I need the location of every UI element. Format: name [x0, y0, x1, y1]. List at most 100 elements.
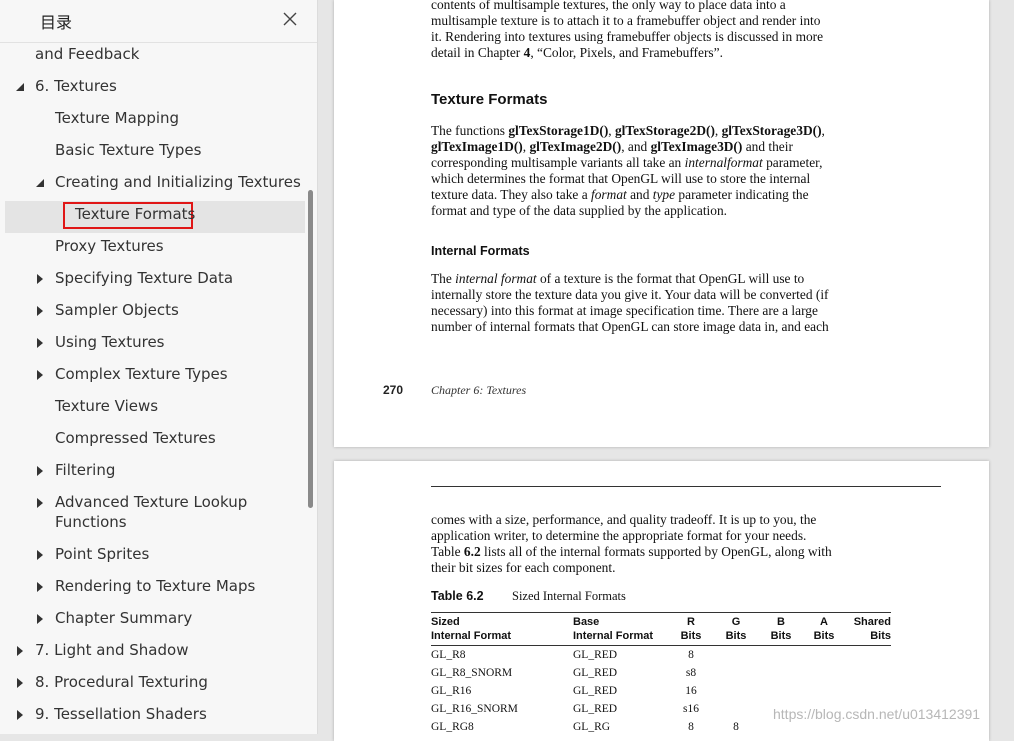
expanded-triangle-icon[interactable]	[15, 82, 25, 92]
collapsed-triangle-icon[interactable]	[35, 370, 45, 380]
text-line: internally store the texture data you gi…	[431, 287, 829, 302]
table-cell: GL_R16_SNORM	[431, 703, 518, 715]
toc-item-label-line2: Functions	[55, 513, 127, 531]
table-cell: GL_RED	[573, 703, 618, 715]
toc-item-label: Rendering to Texture Maps	[55, 577, 256, 595]
toc-item[interactable]: Sampler Objects	[0, 300, 310, 324]
table-cell	[759, 682, 803, 700]
toc-item[interactable]: 8. Procedural Texturing	[0, 672, 310, 696]
toc-item[interactable]: Filtering	[0, 460, 310, 484]
toc-item[interactable]: Proxy Textures	[0, 236, 310, 260]
text-line: it. Rendering into textures using frameb…	[431, 29, 824, 44]
toc-item[interactable]: and Feedback	[0, 44, 310, 68]
text-line: comes with a size, performance, and qual…	[431, 512, 817, 527]
table-row: GL_R8_SNORM GL_RED s8	[431, 664, 891, 682]
paragraph-texture-formats: The functions glTexStorage1D(), glTexSto…	[431, 123, 901, 219]
toc-item[interactable]: Compressed Textures	[0, 428, 310, 452]
table-cell: GL_R8	[431, 649, 466, 661]
toc-item[interactable]: Specifying Texture Data	[0, 268, 310, 292]
table-cell: GL_RED	[573, 685, 618, 697]
text-line: contents of multisample textures, the on…	[431, 0, 786, 12]
text-line: application writer, to determine the app…	[431, 528, 807, 543]
page-number: 270	[383, 383, 404, 397]
table-cell	[713, 664, 759, 682]
toc-item-label: Creating and Initializing Textures	[55, 173, 301, 191]
expanded-triangle-icon[interactable]	[35, 178, 45, 188]
toc-item-label: and Feedback	[35, 45, 140, 63]
toc-item[interactable]: Basic Texture Types	[0, 140, 310, 164]
table-cell	[759, 664, 803, 682]
collapsed-triangle-icon[interactable]	[15, 678, 25, 688]
section-heading-texture-formats: Texture Formats	[431, 91, 548, 108]
table-cell	[713, 682, 759, 700]
table-cell	[803, 646, 845, 665]
table-cell: GL_RG8	[431, 721, 474, 733]
document-page-271: comes with a size, performance, and qual…	[334, 461, 989, 741]
collapsed-triangle-icon[interactable]	[35, 274, 45, 284]
column-header: Sized Internal Format	[431, 616, 512, 642]
table-cell: 8	[733, 721, 739, 733]
section-heading-internal-formats: Internal Formats	[431, 244, 530, 258]
toc-item[interactable]: Creating and Initializing Textures	[0, 172, 310, 196]
column-header: Base Internal Format	[573, 616, 654, 642]
toc-item-label: Compressed Textures	[55, 429, 216, 447]
toc-item-label: Using Textures	[55, 333, 165, 351]
toc-item[interactable]: Texture Formats	[0, 204, 310, 228]
sidebar-header: 目录	[0, 0, 317, 43]
toc-item-label: Proxy Textures	[55, 237, 164, 255]
table-row: GL_R8 GL_RED 8	[431, 646, 891, 665]
table-cell: GL_RED	[573, 667, 618, 679]
chapter-link[interactable]: 4	[524, 45, 531, 60]
toc-item-label: Texture Views	[55, 397, 159, 415]
text-line: corresponding multisample variants all t…	[431, 155, 823, 170]
toc-item-label: Chapter Summary	[55, 609, 193, 627]
toc-item-label: Filtering	[55, 461, 116, 479]
table-cell: GL_RED	[573, 649, 618, 661]
toc-item-label: 6. Textures	[35, 77, 117, 95]
text-line: necessary) into this format at image spe…	[431, 303, 818, 318]
text-line: texture data. They also take a format an…	[431, 187, 809, 202]
toc-item[interactable]: Complex Texture Types	[0, 364, 310, 388]
text-line: glTexImage1D(), glTexImage2D(), and glTe…	[431, 139, 793, 154]
toc-item[interactable]: Texture Views	[0, 396, 310, 420]
toc-item-label: 8. Procedural Texturing	[35, 673, 208, 691]
paragraph-tradeoff: comes with a size, performance, and qual…	[431, 512, 901, 576]
toc-item[interactable]: 7. Light and Shadow	[0, 640, 310, 664]
collapsed-triangle-icon[interactable]	[35, 498, 45, 508]
toc-item[interactable]: 9. Tessellation Shaders	[0, 704, 310, 728]
toc-item[interactable]: Chapter Summary	[0, 608, 310, 632]
toc-item[interactable]: Point Sprites	[0, 544, 310, 568]
collapsed-triangle-icon[interactable]	[35, 614, 45, 624]
toc-item-label: Basic Texture Types	[55, 141, 202, 159]
collapsed-triangle-icon[interactable]	[35, 466, 45, 476]
table-cell: GL_R8_SNORM	[431, 667, 513, 679]
collapsed-triangle-icon[interactable]	[35, 582, 45, 592]
column-header: Shared Bits	[853, 616, 891, 642]
table-cell: 8	[688, 649, 694, 661]
table-header-row: Sized Internal Format Base Internal Format R…	[431, 612, 891, 646]
column-header: A Bits	[813, 616, 835, 642]
document-page-270: contents of multisample textures, the on…	[334, 0, 989, 447]
table-cell	[713, 700, 759, 718]
sidebar-scrollbar[interactable]	[308, 190, 313, 508]
toc-item-label: Advanced Texture Lookup	[55, 493, 248, 511]
toc-item[interactable]: Using Textures	[0, 332, 310, 356]
paragraph-internal-formats: The internal format of a texture is the …	[431, 271, 901, 335]
running-footer: Chapter 6: Textures	[431, 383, 527, 397]
collapsed-triangle-icon[interactable]	[35, 338, 45, 348]
collapsed-triangle-icon[interactable]	[15, 710, 25, 720]
table-cell	[845, 664, 891, 682]
table-cell	[803, 682, 845, 700]
table-title: Sized Internal Formats	[512, 589, 626, 603]
toc-item[interactable]: Advanced Texture Lookup Functions	[0, 492, 310, 536]
collapsed-triangle-icon[interactable]	[35, 550, 45, 560]
toc-item[interactable]: 6. Textures	[0, 76, 310, 100]
table-link[interactable]: 6.2	[464, 544, 481, 559]
collapsed-triangle-icon[interactable]	[15, 646, 25, 656]
close-sidebar-button[interactable]	[280, 9, 300, 29]
toc-item-label: 7. Light and Shadow	[35, 641, 189, 659]
text-line: The functions glTexStorage1D(), glTexSto…	[431, 123, 825, 138]
toc-item[interactable]: Texture Mapping	[0, 108, 310, 132]
collapsed-triangle-icon[interactable]	[35, 306, 45, 316]
toc-item[interactable]: Rendering to Texture Maps	[0, 576, 310, 600]
